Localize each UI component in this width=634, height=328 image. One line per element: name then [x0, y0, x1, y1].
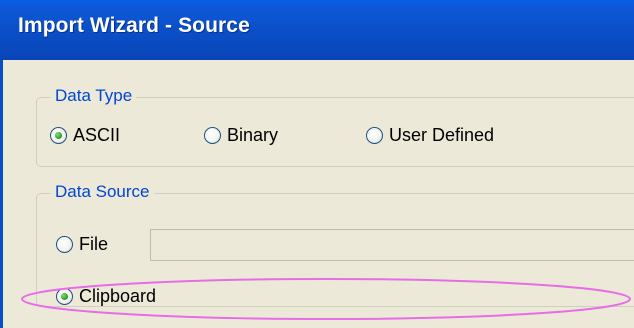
window-title: Import Wizard - Source — [18, 14, 250, 37]
radio-clipboard-indicator[interactable] — [56, 288, 73, 305]
radio-file-indicator[interactable] — [56, 236, 73, 253]
radio-file[interactable]: File — [56, 234, 108, 255]
file-path-field[interactable] — [150, 229, 634, 261]
radio-file-label: File — [79, 234, 109, 254]
radio-ascii[interactable]: ASCII — [50, 125, 120, 146]
radio-binary-label: Binary — [227, 125, 279, 145]
title-bar[interactable]: Import Wizard - Source — [0, 0, 634, 60]
radio-clipboard[interactable]: Clipboard — [56, 286, 156, 307]
radio-binary-indicator[interactable] — [204, 127, 221, 144]
radio-ascii-indicator[interactable] — [50, 127, 67, 144]
radio-ascii-label: ASCII — [73, 125, 121, 145]
radio-user-defined-label: User Defined — [389, 125, 495, 145]
radio-clipboard-label: Clipboard — [79, 286, 157, 306]
data-type-groupbox: Data Type — [36, 86, 634, 167]
data-type-legend: Data Type — [51, 86, 137, 106]
radio-binary[interactable]: Binary — [204, 125, 278, 146]
data-source-legend: Data Source — [51, 182, 154, 202]
radio-user-defined[interactable]: User Defined — [366, 125, 494, 146]
radio-user-defined-indicator[interactable] — [366, 127, 383, 144]
